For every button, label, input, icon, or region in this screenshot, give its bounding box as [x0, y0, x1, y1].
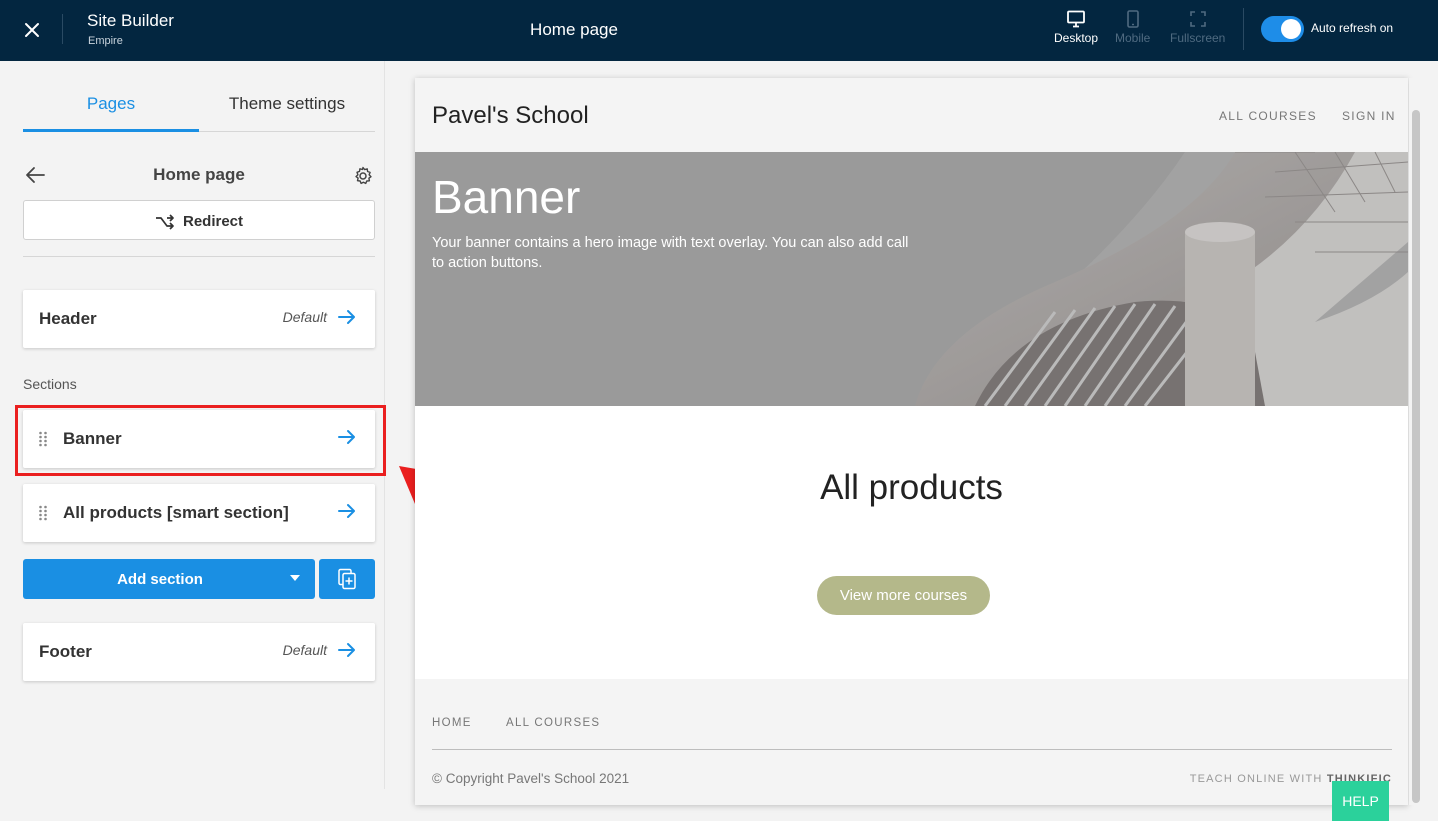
footer-divider — [432, 749, 1392, 750]
preview-banner: Banner Your banner contains a hero image… — [415, 152, 1408, 406]
preview-scrollbar-thumb[interactable] — [1412, 110, 1420, 803]
chevron-down-icon — [290, 575, 300, 581]
sidebar-tabs: Pages Theme settings — [23, 61, 375, 132]
view-more-label: View more courses — [839, 587, 968, 604]
help-button[interactable]: HELP — [1332, 781, 1389, 821]
section-item-all-products[interactable]: All products [smart section] — [23, 484, 375, 542]
nav-all-courses[interactable]: ALL COURSES — [1219, 109, 1317, 123]
redirect-label: Redirect — [182, 213, 244, 230]
help-label: HELP — [1342, 793, 1379, 809]
nav-sign-in[interactable]: SIGN IN — [1342, 109, 1396, 123]
footer-nav-all-courses[interactable]: ALL COURSES — [506, 717, 600, 729]
preview-products-section: All products View more courses — [415, 406, 1408, 679]
footer-nav-home[interactable]: HOME — [432, 717, 472, 729]
sections-heading: Sections — [23, 376, 77, 392]
copy-section-button[interactable] — [319, 559, 375, 599]
top-bar: Site Builder Empire Home page Desktop Mo… — [0, 0, 1438, 61]
banner-title: Banner — [432, 171, 581, 223]
add-section-label: Add section — [117, 571, 203, 588]
preview-footer: HOME ALL COURSES © Copyright Pavel's Sch… — [415, 679, 1408, 805]
header-card-label: Header — [39, 309, 97, 328]
site-preview: Pavel's School ALL COURSES SIGN IN Banne… — [415, 78, 1408, 805]
fullscreen-icon — [1189, 11, 1206, 27]
view-more-courses-button[interactable]: View more courses — [817, 576, 990, 615]
section-label: All products [smart section] — [63, 503, 289, 522]
tab-pages[interactable]: Pages — [23, 94, 199, 114]
toggle-knob — [1281, 19, 1301, 39]
auto-refresh-label: Auto refresh on — [1311, 21, 1394, 35]
header-status: Default — [282, 309, 327, 325]
current-page-title: Home page — [530, 20, 618, 39]
footer-card-label: Footer — [39, 642, 92, 661]
tab-theme-settings[interactable]: Theme settings — [199, 94, 375, 114]
footer-status: Default — [282, 642, 327, 658]
annotation-highlight-box — [15, 405, 386, 476]
fullscreen-view-button[interactable]: Fullscreen — [1170, 10, 1225, 45]
arrow-right-icon — [338, 643, 355, 657]
mobile-icon — [1126, 10, 1139, 28]
add-section-button[interactable]: Add section — [23, 559, 315, 599]
header-card[interactable]: Header Default — [23, 290, 375, 348]
fullscreen-label: Fullscreen — [1170, 31, 1226, 45]
desktop-label: Desktop — [1054, 31, 1099, 45]
copy-add-icon — [338, 568, 356, 590]
banner-description: Your banner contains a hero image with t… — [432, 235, 909, 271]
powered-by-prefix: TEACH ONLINE WITH — [1189, 773, 1323, 785]
topbar-divider — [1243, 8, 1244, 50]
active-tab-indicator — [23, 129, 199, 132]
desktop-icon — [1067, 10, 1085, 28]
footer-card[interactable]: Footer Default — [23, 623, 375, 681]
gear-icon[interactable] — [353, 166, 373, 186]
divider — [23, 256, 375, 257]
preview-header: Pavel's School ALL COURSES SIGN IN — [415, 78, 1408, 152]
auto-refresh-toggle[interactable] — [1261, 16, 1304, 42]
desktop-view-button[interactable]: Desktop — [1054, 10, 1098, 45]
arrow-right-icon — [338, 310, 355, 324]
products-title: All products — [820, 468, 1003, 507]
footer-copyright: © Copyright Pavel's School 2021 — [432, 771, 630, 786]
page-heading: Home page — [153, 165, 245, 184]
arrow-right-icon — [338, 504, 355, 518]
drag-handle-icon[interactable] — [38, 505, 48, 521]
site-brand[interactable]: Pavel's School — [432, 102, 589, 130]
mobile-view-button[interactable]: Mobile — [1115, 10, 1150, 45]
shuffle-icon — [155, 214, 174, 230]
mobile-label: Mobile — [1115, 31, 1151, 45]
redirect-button[interactable]: Redirect — [23, 200, 375, 240]
